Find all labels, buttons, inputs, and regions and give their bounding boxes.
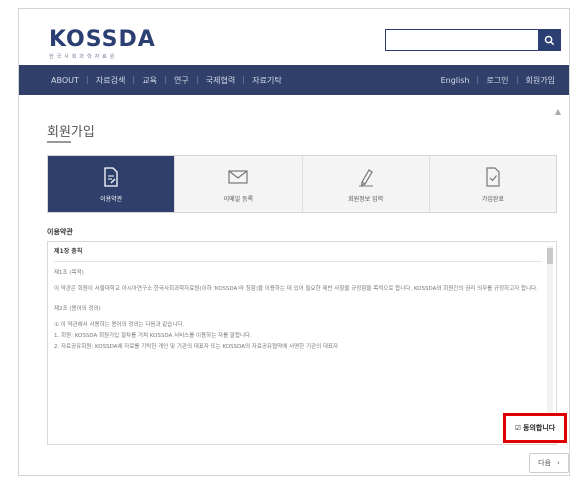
logo-text: KOSSDA xyxy=(49,27,156,52)
search-icon xyxy=(544,35,554,45)
terms-scroll-box[interactable]: 제1장 총칙 제1조 (목적) 이 약관은 회원이 서울대학교 아시아연구소 한… xyxy=(47,241,557,445)
nav-menu-right: English 로그인 회원가입 xyxy=(433,75,569,86)
step-label: 이용약관 xyxy=(100,195,123,203)
nav-data-search[interactable]: 자료검색 xyxy=(88,75,133,86)
terms-chapter-title: 제1장 총칙 xyxy=(54,248,83,255)
site-logo[interactable]: KOSSDA 한국사회과학자료원 xyxy=(49,27,156,60)
nav-login[interactable]: 로그인 xyxy=(478,75,516,86)
search-bar xyxy=(385,29,561,51)
document-edit-icon xyxy=(104,166,118,187)
next-button[interactable]: 다음 › xyxy=(529,453,569,473)
agree-checkbox[interactable]: ☑ 동의합니다 xyxy=(503,413,567,443)
nav-research[interactable]: 연구 xyxy=(166,75,197,86)
step-complete[interactable]: 가입완료 xyxy=(428,156,556,212)
search-input[interactable] xyxy=(386,30,538,50)
pencil-icon xyxy=(358,168,373,186)
title-underline xyxy=(47,141,71,143)
signup-steps: 이용약관 이메일 등록 회원정보 입력 가입완료 xyxy=(47,155,557,213)
step-terms[interactable]: 이용약관 xyxy=(48,156,175,212)
step-label: 이메일 등록 xyxy=(223,195,254,203)
next-label: 다음 xyxy=(538,459,552,467)
nav-signup[interactable]: 회원가입 xyxy=(518,75,563,86)
document-check-icon xyxy=(486,166,500,187)
terms-article-body: 이 약관은 회원이 서울대학교 아시아연구소 한국사회과학자료원(이하 'KOS… xyxy=(54,285,538,292)
nav-english[interactable]: English xyxy=(433,76,478,85)
search-button[interactable] xyxy=(538,30,560,50)
nav-international[interactable]: 국제협력 xyxy=(198,75,243,86)
text-fade xyxy=(48,400,556,444)
nav-about[interactable]: ABOUT xyxy=(43,76,87,85)
terms-article-title: 제2조 (용어의 정의) xyxy=(54,305,101,312)
section-heading: 이용약관 xyxy=(47,228,73,236)
page-scroll-arrow-icon[interactable]: ▲ xyxy=(555,107,561,116)
envelope-icon xyxy=(228,169,248,184)
terms-text: 제1장 총칙 제1조 (목적) 이 약관은 회원이 서울대학교 아시아연구소 한… xyxy=(54,248,542,355)
page-title: 회원가입 xyxy=(47,125,95,140)
agree-label: 동의합니다 xyxy=(523,424,556,432)
main-navbar: ABOUT 자료검색 교육 연구 국제협력 자료기탁 English 로그인 회… xyxy=(19,65,569,95)
divider xyxy=(54,260,542,262)
checkbox-checked-icon: ☑ xyxy=(514,424,522,432)
nav-education[interactable]: 교육 xyxy=(134,75,165,86)
step-email[interactable]: 이메일 등록 xyxy=(174,156,302,212)
logo-subtitle: 한국사회과학자료원 xyxy=(49,54,118,60)
terms-line: ① 이 약관에서 사용하는 용어의 정의는 다음과 같습니다. xyxy=(54,321,185,328)
nav-menu-left: ABOUT 자료검색 교육 연구 국제협력 자료기탁 xyxy=(19,75,290,86)
scrollbar-thumb[interactable] xyxy=(547,248,553,264)
terms-line: 2. 자료공유회원: KOSSDA에 자료를 기탁한 개인 및 기관의 대표자 … xyxy=(54,343,339,350)
terms-article-title: 제1조 (목적) xyxy=(54,269,84,276)
nav-data-deposit[interactable]: 자료기탁 xyxy=(244,75,289,86)
chevron-right-icon: › xyxy=(557,459,560,467)
browser-frame: KOSSDA 한국사회과학자료원 ABOUT 자료검색 교육 연구 국제협력 자… xyxy=(18,8,570,476)
step-label: 가입완료 xyxy=(481,195,504,203)
step-label: 회원정보 입력 xyxy=(348,195,384,203)
terms-line: 1. 회원: KOSSDA 회원가입 절차를 거쳐 KOSSDA 서비스를 이용… xyxy=(54,332,252,339)
step-member-info[interactable]: 회원정보 입력 xyxy=(301,156,429,212)
